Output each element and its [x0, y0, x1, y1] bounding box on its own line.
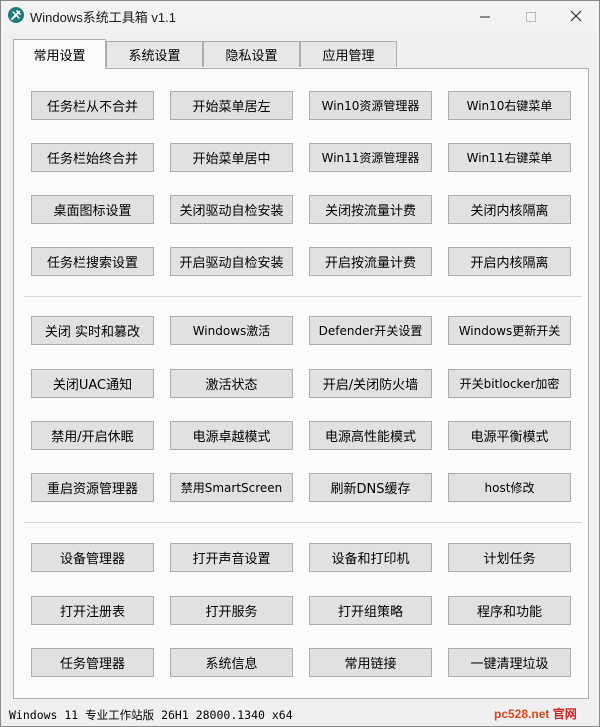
- tab-system-settings[interactable]: 系统设置: [106, 41, 203, 67]
- win10-explorer-button[interactable]: Win10资源管理器: [309, 91, 432, 120]
- group-divider: [24, 296, 582, 297]
- close-button[interactable]: [553, 1, 599, 31]
- flush-dns-button[interactable]: 刷新DNS缓存: [309, 473, 432, 502]
- watermark-site: pc528.net: [494, 707, 550, 721]
- power-high-performance-button[interactable]: 电源高性能模式: [309, 421, 432, 450]
- registry-editor-button[interactable]: 打开注册表: [31, 596, 154, 625]
- taskbar-always-combine-button[interactable]: 任务栏始终合并: [31, 143, 154, 172]
- sound-settings-button[interactable]: 打开声音设置: [170, 543, 293, 572]
- window-title: Windows系统工具箱 v1.1: [30, 10, 176, 25]
- watermark: pc528.net 官网: [494, 705, 577, 722]
- tab-common-settings[interactable]: 常用设置: [13, 39, 106, 69]
- tab-app-management[interactable]: 应用管理: [300, 41, 397, 67]
- services-button[interactable]: 打开服务: [170, 596, 293, 625]
- tab-label: 常用设置: [33, 49, 86, 64]
- win10-context-menu-button[interactable]: Win10右键菜单: [448, 91, 571, 120]
- firewall-toggle-button[interactable]: 开启/关闭防火墙: [309, 369, 432, 398]
- tab-label: 隐私设置: [225, 49, 278, 64]
- win11-explorer-button[interactable]: Win11资源管理器: [309, 143, 432, 172]
- disable-driver-autoinstall-button[interactable]: 关闭驱动自检安装: [170, 195, 293, 224]
- group-divider: [24, 522, 582, 523]
- app-window: Windows系统工具箱 v1.1 常用设置 系统设置 隐私设置 应用管理 任务…: [0, 0, 600, 727]
- win11-context-menu-button[interactable]: Win11右键菜单: [448, 143, 571, 172]
- devices-printers-button[interactable]: 设备和打印机: [309, 543, 432, 572]
- power-balanced-button[interactable]: 电源平衡模式: [448, 421, 571, 450]
- group-policy-button[interactable]: 打开组策略: [309, 596, 432, 625]
- common-links-button[interactable]: 常用链接: [309, 648, 432, 677]
- disable-uac-button[interactable]: 关闭UAC通知: [31, 369, 154, 398]
- taskbar-never-combine-button[interactable]: 任务栏从不合并: [31, 91, 154, 120]
- close-icon: [570, 7, 582, 26]
- system-info-button[interactable]: 系统信息: [170, 648, 293, 677]
- enable-metered-connection-button[interactable]: 开启按流量计费: [309, 247, 432, 276]
- disable-smartscreen-button[interactable]: 禁用SmartScreen: [170, 473, 293, 502]
- restart-explorer-button[interactable]: 重启资源管理器: [31, 473, 154, 502]
- disable-metered-connection-button[interactable]: 关闭按流量计费: [309, 195, 432, 224]
- bitlocker-toggle-button[interactable]: 开关bitlocker加密: [448, 369, 571, 398]
- windows-activate-button[interactable]: Windows激活: [170, 316, 293, 345]
- clean-junk-button[interactable]: 一键清理垃圾: [448, 648, 571, 677]
- minimize-icon: [480, 7, 490, 26]
- title-bar[interactable]: Windows系统工具箱 v1.1: [1, 1, 599, 31]
- device-manager-button[interactable]: 设备管理器: [31, 543, 154, 572]
- maximize-button[interactable]: [508, 1, 554, 31]
- tools-icon: [8, 7, 24, 23]
- activation-status-button[interactable]: 激活状态: [170, 369, 293, 398]
- tab-panel: 任务栏从不合并 开始菜单居左 Win10资源管理器 Win10右键菜单 任务栏始…: [13, 68, 589, 699]
- task-manager-button[interactable]: 任务管理器: [31, 648, 154, 677]
- watermark-suffix: 官网: [552, 707, 577, 721]
- hosts-edit-button[interactable]: host修改: [448, 473, 571, 502]
- taskbar-search-settings-button[interactable]: 任务栏搜索设置: [31, 247, 154, 276]
- power-ultimate-button[interactable]: 电源卓越模式: [170, 421, 293, 450]
- tab-label: 系统设置: [128, 49, 181, 64]
- tab-privacy-settings[interactable]: 隐私设置: [203, 41, 300, 67]
- disable-realtime-tamper-button[interactable]: 关闭 实时和篡改: [31, 316, 154, 345]
- windows-update-toggle-button[interactable]: Windows更新开关: [448, 316, 571, 345]
- hibernate-toggle-button[interactable]: 禁用/开启休眠: [31, 421, 154, 450]
- start-menu-center-button[interactable]: 开始菜单居中: [170, 143, 293, 172]
- disable-core-isolation-button[interactable]: 关闭内核隔离: [448, 195, 571, 224]
- defender-toggle-button[interactable]: Defender开关设置: [309, 316, 432, 345]
- minimize-button[interactable]: [462, 1, 508, 31]
- tab-label: 应用管理: [322, 49, 375, 64]
- task-scheduler-button[interactable]: 计划任务: [448, 543, 571, 572]
- desktop-icon-settings-button[interactable]: 桌面图标设置: [31, 195, 154, 224]
- maximize-icon: [526, 7, 536, 26]
- programs-features-button[interactable]: 程序和功能: [448, 596, 571, 625]
- enable-driver-autoinstall-button[interactable]: 开启驱动自检安装: [170, 247, 293, 276]
- start-menu-left-button[interactable]: 开始菜单居左: [170, 91, 293, 120]
- os-version-label: Windows 11 专业工作站版 26H1 28000.1340 x64: [9, 708, 293, 722]
- enable-core-isolation-button[interactable]: 开启内核隔离: [448, 247, 571, 276]
